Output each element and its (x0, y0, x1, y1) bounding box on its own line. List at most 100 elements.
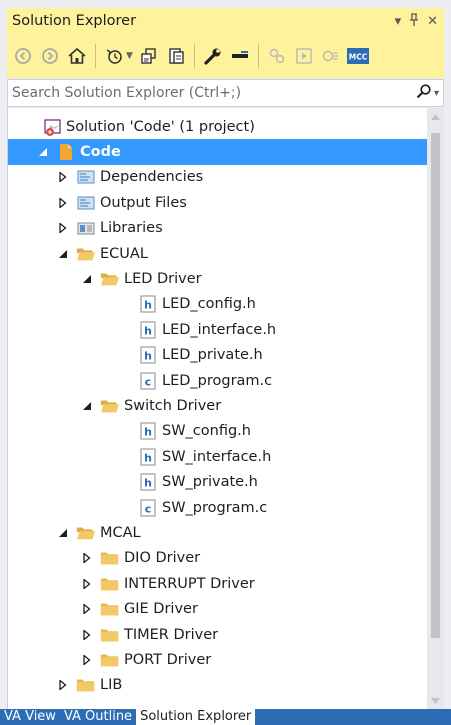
tab-va-outline[interactable]: VA Outline (60, 709, 136, 725)
tree-item-label: GIE Driver (124, 601, 198, 618)
expanded-triangle-icon[interactable] (56, 247, 70, 261)
tree-item[interactable]: LIB (8, 673, 428, 698)
show-all-files-icon[interactable] (266, 45, 288, 67)
switch-views-icon[interactable] (138, 45, 160, 67)
tree-item-label: LED_private.h (162, 347, 263, 364)
header-file-icon: h (138, 321, 158, 339)
tree-item[interactable]: GIE Driver (8, 596, 428, 621)
mcc-icon[interactable]: MCC (346, 45, 369, 67)
bottom-tab-strip: VA View VA Outline Solution Explorer (0, 709, 451, 725)
toolbar-separator (193, 44, 195, 68)
window-title: Solution Explorer (12, 13, 137, 29)
expanded-triangle-icon[interactable] (80, 272, 94, 286)
tree-item-label: LIB (100, 677, 123, 694)
tree-item[interactable]: h SW_private.h (8, 469, 428, 494)
header-file-icon: h (138, 346, 158, 364)
tree-item[interactable]: h LED_private.h (8, 343, 428, 368)
svg-text:h: h (144, 477, 152, 490)
tree-item-label: ECUAL (100, 245, 148, 262)
tree-item-label: Libraries (100, 220, 163, 237)
scroll-down-icon[interactable] (427, 692, 444, 709)
collapsed-triangle-icon[interactable] (56, 221, 70, 235)
svg-text:h: h (144, 426, 152, 439)
folder-icon (100, 600, 120, 618)
tree-item-label: Switch Driver (124, 397, 222, 414)
tab-solution-explorer[interactable]: Solution Explorer (136, 709, 256, 725)
tree-item[interactable]: c LED_program.c (8, 368, 428, 393)
tree-item-label: SW_config.h (162, 423, 251, 440)
toolbar: ▼ MCC (7, 34, 444, 78)
chevron-down-icon[interactable]: ▼ (126, 51, 133, 61)
tree-item-label: Solution 'Code' (1 project) (66, 118, 255, 135)
svg-text:h: h (144, 299, 152, 312)
tree-item[interactable]: Switch Driver (8, 393, 428, 418)
collapsed-triangle-icon[interactable] (56, 170, 70, 184)
tree-item[interactable]: TIMER Driver (8, 622, 428, 647)
collapsed-triangle-icon[interactable] (56, 678, 70, 692)
tree-item[interactable]: PORT Driver (8, 647, 428, 672)
pin-icon[interactable] (409, 13, 419, 29)
collapse-all-icon[interactable] (229, 45, 251, 67)
folder-open-icon (76, 524, 96, 542)
tree-item[interactable]: DIO Driver (8, 546, 428, 571)
tree-item-label: LED_interface.h (162, 321, 277, 338)
collapsed-triangle-icon[interactable] (80, 551, 94, 565)
scroll-up-icon[interactable] (427, 108, 444, 125)
tree-item[interactable]: Code (8, 139, 428, 165)
tree-item[interactable]: Solution 'Code' (1 project) (8, 114, 428, 139)
search-input[interactable] (12, 85, 416, 101)
svg-text:h: h (144, 451, 152, 464)
tree-item-label: Code (80, 144, 121, 161)
tree-item[interactable]: INTERRUPT Driver (8, 571, 428, 596)
scrollbar-thumb[interactable] (431, 133, 440, 638)
properties-icon[interactable] (202, 45, 224, 67)
tree-item[interactable]: h SW_interface.h (8, 444, 428, 469)
tree-item[interactable]: ECUAL (8, 241, 428, 266)
collapsed-triangle-icon[interactable] (80, 602, 94, 616)
project-icon (56, 143, 76, 161)
collapsed-triangle-icon[interactable] (80, 653, 94, 667)
expanded-triangle-icon[interactable] (36, 145, 50, 159)
tree-item[interactable]: Output Files (8, 190, 428, 215)
tree-item[interactable]: MCAL (8, 520, 428, 545)
search-icons: ▾ (416, 83, 443, 103)
tree-item[interactable]: h LED_interface.h (8, 317, 428, 342)
back-icon[interactable] (12, 45, 34, 67)
c-source-file-icon: c (138, 499, 158, 517)
tree-item-label: LED Driver (124, 271, 202, 288)
view-code-icon[interactable] (320, 45, 342, 67)
tree-item[interactable]: h SW_config.h (8, 419, 428, 444)
history-icon[interactable] (103, 45, 125, 67)
collapsed-triangle-icon[interactable] (80, 628, 94, 642)
tree-item-label: INTERRUPT Driver (124, 575, 255, 592)
close-icon[interactable]: ✕ (427, 15, 438, 28)
solution-tree-panel: Solution 'Code' (1 project) Code Dependenc… (7, 108, 444, 709)
window-position-dropdown-icon[interactable]: ▾ (395, 15, 402, 28)
collapsed-triangle-icon[interactable] (56, 196, 70, 210)
search-options-chevron-icon[interactable]: ▾ (434, 88, 439, 99)
tree-item-label: SW_private.h (162, 474, 258, 491)
header-file-icon: h (138, 448, 158, 466)
forward-icon[interactable] (39, 45, 61, 67)
tree-item-label: PORT Driver (124, 651, 212, 668)
expanded-triangle-icon[interactable] (80, 399, 94, 413)
home-icon[interactable] (66, 45, 88, 67)
expanded-triangle-icon[interactable] (56, 526, 70, 540)
vertical-scrollbar[interactable] (427, 108, 444, 709)
filter-folder-icon (76, 168, 96, 186)
tree-item[interactable]: h LED_config.h (8, 292, 428, 317)
search-icon[interactable] (416, 83, 432, 103)
preview-icon[interactable] (293, 45, 315, 67)
tree-item[interactable]: Libraries (8, 216, 428, 241)
folder-icon (76, 676, 96, 694)
tree-item[interactable]: Dependencies (8, 165, 428, 190)
tab-va-view[interactable]: VA View (0, 709, 60, 725)
collapsed-triangle-icon[interactable] (80, 577, 94, 591)
sync-icon[interactable] (165, 45, 187, 67)
tree-item[interactable]: c SW_program.c (8, 495, 428, 520)
solution-tree: Solution 'Code' (1 project) Code Dependenc… (8, 114, 428, 698)
tree-item[interactable]: LED Driver (8, 266, 428, 291)
tree-item-label: Output Files (100, 194, 187, 211)
